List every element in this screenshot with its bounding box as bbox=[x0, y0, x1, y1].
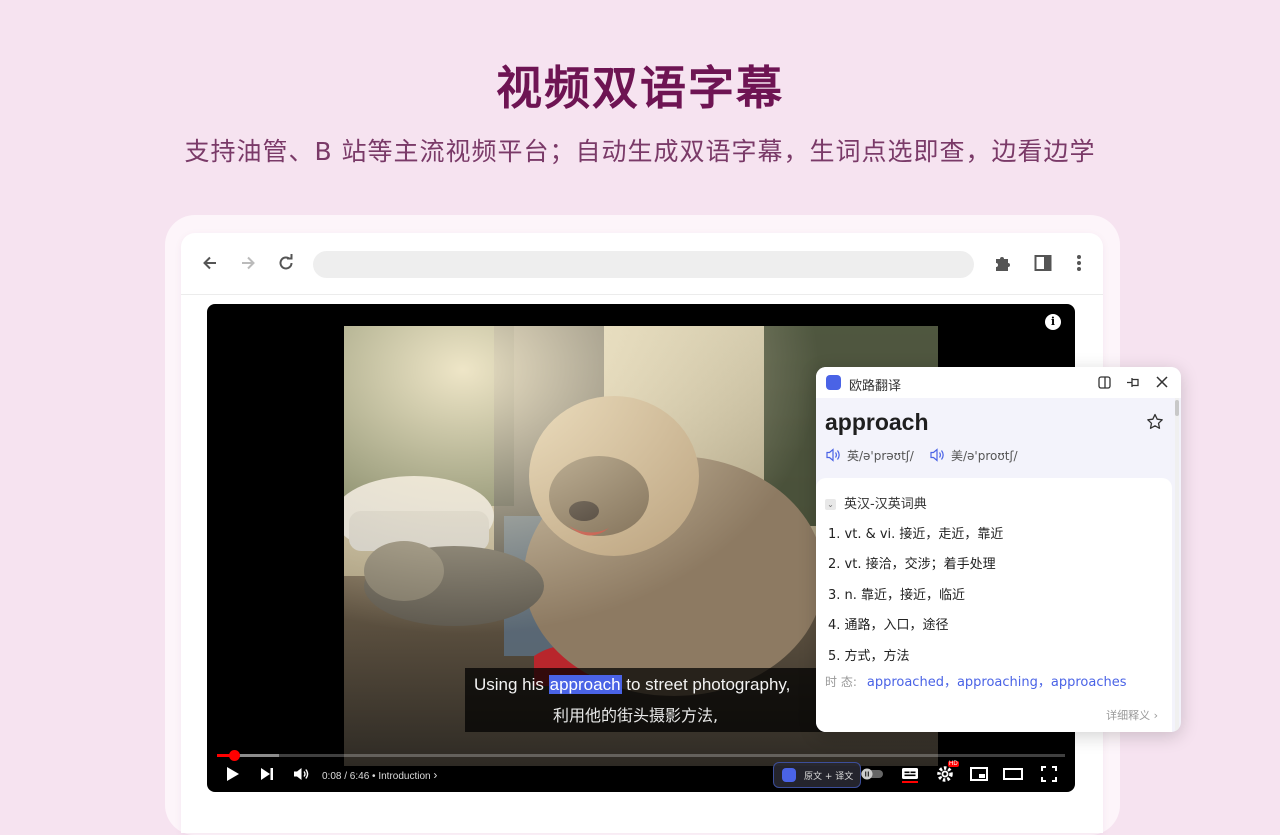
scrollbar-thumb[interactable] bbox=[1175, 400, 1179, 416]
pin-icon[interactable] bbox=[1125, 374, 1141, 390]
autoplay-toggle[interactable] bbox=[861, 764, 883, 784]
dictionary-card: ⌄ 英汉-汉英词典 1. vt. & vi. 接近，走近，靠近 2. vt. 接洽… bbox=[816, 478, 1172, 732]
info-icon[interactable]: i bbox=[1045, 314, 1061, 330]
next-icon[interactable] bbox=[257, 764, 277, 784]
subtitle-chinese: 利用他的街头摄影方法, bbox=[553, 706, 719, 725]
definition-item: 3. n. 靠近，接近，临近 bbox=[828, 588, 966, 603]
reload-icon[interactable] bbox=[274, 251, 298, 275]
time-display: 0:08 / 6:46 • Introduction › bbox=[322, 768, 437, 782]
tense-forms-links[interactable]: approached，approaching，approaches bbox=[867, 675, 1127, 690]
chevron-right-icon[interactable]: › bbox=[433, 768, 437, 782]
eudic-logo-icon bbox=[782, 768, 796, 782]
address-bar[interactable] bbox=[313, 251, 974, 278]
star-icon[interactable] bbox=[1146, 413, 1164, 435]
settings-gear-icon[interactable]: HD bbox=[935, 761, 959, 784]
popup-header: 欧路翻译 bbox=[816, 367, 1181, 398]
speaker-icon[interactable] bbox=[930, 448, 945, 465]
scrollbar-track[interactable] bbox=[1175, 398, 1179, 732]
speaker-icon[interactable] bbox=[826, 448, 841, 465]
dictionary-section-header[interactable]: ⌄ 英汉-汉英词典 bbox=[825, 493, 927, 512]
subtitle-english: Using his approach to street photography… bbox=[474, 675, 791, 694]
bilingual-subtitles: Using his approach to street photography… bbox=[465, 668, 825, 732]
chevron-right-icon: › bbox=[1153, 709, 1158, 722]
chevron-down-icon[interactable]: ⌄ bbox=[825, 499, 836, 510]
more-vert-icon[interactable] bbox=[1067, 251, 1091, 275]
chapter-label[interactable]: • Introduction bbox=[372, 771, 431, 782]
captions-icon[interactable] bbox=[900, 764, 920, 784]
back-arrow-icon[interactable] bbox=[198, 251, 222, 275]
translate-mode-button[interactable]: 原文 + 译文 bbox=[773, 762, 861, 788]
phonetic-us[interactable]: 美/ə'proʊtʃ/ bbox=[930, 447, 1018, 465]
more-details-link[interactable]: 详细释义 › bbox=[1106, 707, 1158, 723]
side-panel-icon[interactable] bbox=[1031, 251, 1055, 275]
page-title: 视频双语字幕 bbox=[496, 61, 784, 115]
definition-item: 5. 方式，方法 bbox=[828, 649, 910, 664]
hd-badge: HD bbox=[948, 761, 959, 767]
time-elapsed: 0:08 / 6:46 bbox=[322, 771, 370, 782]
forward-arrow-icon[interactable] bbox=[236, 251, 260, 275]
eudic-logo-icon bbox=[826, 375, 841, 390]
fullscreen-icon[interactable] bbox=[1039, 764, 1059, 784]
headword: approach bbox=[825, 409, 929, 435]
definition-item: 2. vt. 接洽，交涉；着手处理 bbox=[828, 557, 996, 572]
highlighted-word[interactable]: approach bbox=[548, 675, 622, 694]
definition-item: 1. vt. & vi. 接近，走近，靠近 bbox=[828, 527, 1004, 542]
close-icon[interactable] bbox=[1154, 374, 1170, 390]
dock-sidebar-icon[interactable] bbox=[1096, 374, 1112, 390]
tense-forms: 时 态: approached，approaching，approaches bbox=[825, 675, 1127, 690]
popup-app-name: 欧路翻译 bbox=[849, 379, 902, 394]
extensions-puzzle-icon[interactable] bbox=[991, 251, 1015, 275]
progress-knob[interactable] bbox=[228, 750, 240, 761]
page-subtitle: 支持油管、B 站等主流视频平台；自动生成双语字幕，生词点选即查，边看边学 bbox=[184, 137, 1096, 166]
miniplayer-icon[interactable] bbox=[969, 764, 989, 784]
dictionary-popup: 欧路翻译 approach 英/ə'prəʊtʃ/ 美/ə'proʊtʃ/ ⌄ 英… bbox=[816, 367, 1181, 732]
volume-icon[interactable] bbox=[291, 764, 311, 784]
browser-toolbar bbox=[181, 233, 1103, 295]
progress-bar[interactable] bbox=[217, 750, 1065, 761]
play-icon[interactable] bbox=[223, 764, 243, 784]
phonetic-uk[interactable]: 英/ə'prəʊtʃ/ bbox=[826, 447, 914, 465]
theater-mode-icon[interactable] bbox=[1003, 764, 1023, 784]
definition-item: 4. 通路，入口，途径 bbox=[828, 618, 949, 633]
